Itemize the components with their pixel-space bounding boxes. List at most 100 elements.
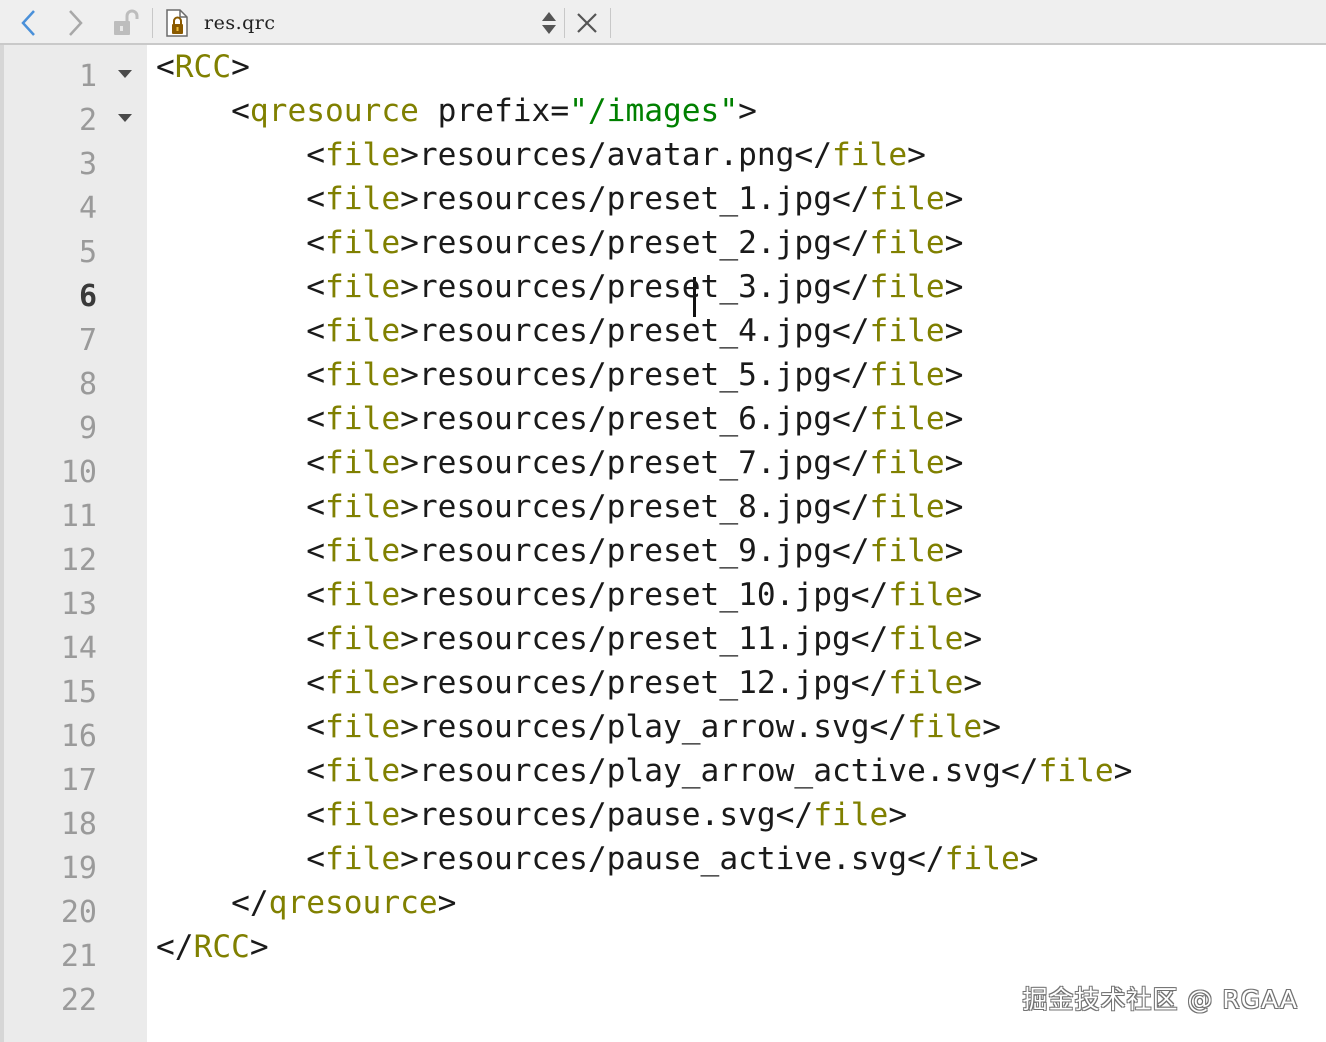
line-number: 22 [60,983,97,1018]
code-token: file [869,489,945,525]
code-token: </ [850,577,889,613]
code-token: > [944,401,964,437]
back-button[interactable] [12,6,46,40]
toolbar-separator [610,8,611,38]
code-token: file [907,709,983,745]
code-line: <file>resources/preset_11.jpg</file> [156,617,982,661]
line-number: 12 [60,543,97,578]
line-number-gutter[interactable]: 1 2 3 4 5 6 7 8 9 10 11 12 13 14 15 16 17 18 19 20 21 22 [0,45,147,1042]
toolbar-separator [564,8,565,38]
code-token: </ [775,797,814,833]
code-token: </ [831,181,870,217]
code-line: </qresource> [156,881,456,925]
code-token: resources/preset_4.jpg [418,313,832,349]
code-token: resources/preset_6.jpg [418,401,832,437]
code-token: > [400,181,419,217]
code-token: < [306,181,325,217]
code-token: file [325,313,401,349]
code-token: resources/preset_5.jpg [418,357,832,393]
code-line: </RCC> [156,925,269,969]
line-number: 15 [60,675,97,710]
code-line: <qresource prefix="/images"> [156,89,757,133]
fold-arrow-icon[interactable] [118,70,132,78]
code-token: </ [831,401,870,437]
code-token: > [1019,841,1039,877]
code-token: file [325,797,401,833]
code-token: resources/pause.svg [418,797,776,833]
code-token: < [231,93,250,129]
code-token: </ [794,137,832,173]
code-token: resources/pause_active.svg [418,841,908,877]
code-token: < [306,841,325,877]
code-token: </ [1000,753,1039,789]
code-token: > [944,445,964,481]
code-token: resources/preset_12.jpg [418,665,851,701]
line-number: 8 [78,367,97,402]
code-token: file [325,357,401,393]
close-document-button[interactable] [570,6,604,40]
code-token: resources/avatar.png [418,137,795,173]
code-line: <RCC> [156,45,250,89]
code-token: file [325,269,401,305]
code-token: qresource [249,93,419,129]
code-token: > [400,313,419,349]
code-token: file [888,621,964,657]
code-editor[interactable]: <RCC> <qresource prefix="/images"> <file… [147,45,1326,1042]
code-token: resources/preset_1.jpg [418,181,832,217]
code-token: file [325,489,401,525]
code-token: resources/preset_11.jpg [418,621,851,657]
code-token: file [325,577,401,613]
code-token: > [1113,753,1133,789]
code-token: > [963,577,983,613]
code-token: file [325,533,401,569]
code-token: < [306,137,325,173]
code-token: > [400,753,419,789]
code-token: resources/play_arrow_active.svg [418,753,1001,789]
code-token: prefix [437,93,551,129]
forward-button[interactable] [58,6,92,40]
code-token: file [325,445,401,481]
code-token: RCC [174,49,232,85]
code-token: > [400,269,419,305]
code-line: <file>resources/preset_6.jpg</file> [156,397,963,441]
code-token: RCC [193,929,250,965]
code-token: file [888,577,964,613]
code-token: < [306,445,325,481]
open-document-selector[interactable]: res.qrc [160,4,562,42]
code-token: < [306,269,325,305]
code-token: file [944,841,1020,877]
code-token: > [907,137,926,173]
code-token: file [869,181,945,217]
code-token: > [400,841,419,877]
code-line: <file>resources/pause_active.svg</file> [156,837,1039,881]
line-number: 19 [60,851,97,886]
code-token: </ [831,445,870,481]
code-token: file [325,181,401,217]
code-token: file [325,709,401,745]
code-token: </ [831,489,870,525]
code-token: </ [869,709,908,745]
code-token: < [306,401,325,437]
line-number: 1 [78,59,97,94]
code-token: file [325,753,401,789]
code-token: </ [831,313,870,349]
code-token: resources/play_arrow.svg [418,709,870,745]
code-token: > [963,621,983,657]
code-line: <file>resources/preset_10.jpg</file> [156,573,982,617]
code-line: <file>resources/preset_9.jpg</file> [156,529,963,573]
code-token: </ [850,621,889,657]
code-token: file [869,533,945,569]
code-token: < [306,357,325,393]
lock-toggle-button[interactable] [108,6,144,40]
code-token: file [869,401,945,437]
fold-arrow-icon[interactable] [118,114,132,122]
code-line: <file>resources/preset_5.jpg</file> [156,353,963,397]
code-line: <file>resources/preset_4.jpg</file> [156,309,963,353]
